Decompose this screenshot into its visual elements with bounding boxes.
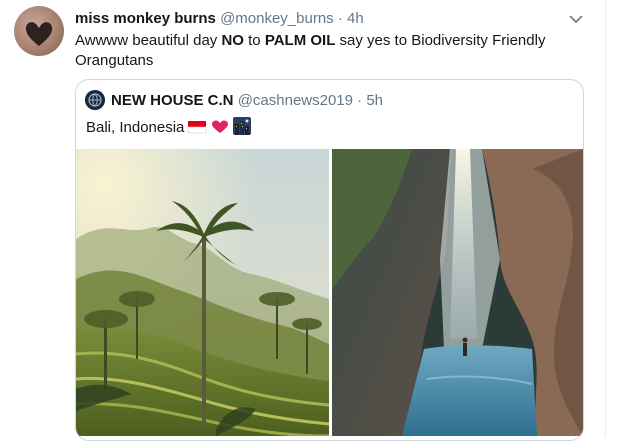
chevron-down-icon[interactable]: [566, 9, 586, 29]
quoted-text: Bali, Indonesia: [86, 117, 252, 141]
heart-silhouette-icon: [25, 22, 53, 46]
quoted-header: NEW HOUSE C.N @cashnews2019 · 5h: [111, 92, 383, 110]
heart-icon: [210, 119, 230, 141]
tweet-text-part: Awwww beautiful day: [75, 32, 222, 49]
tweet-text-bold-palm-oil: PALM OIL: [264, 32, 336, 49]
tweet[interactable]: miss monkey burns @monkey_burns · 4h Aww…: [0, 0, 605, 441]
tweet-header: miss monkey burns @monkey_burns · 4h: [75, 10, 364, 28]
tweet-time[interactable]: 4h: [347, 10, 364, 27]
tweet-text-bold-no: NO: [221, 32, 244, 49]
author-name[interactable]: miss monkey burns: [75, 10, 216, 27]
media-grid: [76, 149, 583, 440]
globe-logo-icon: [85, 90, 105, 110]
waterfall-cave-image: [332, 149, 583, 436]
quoted-author-handle[interactable]: @cashnews2019: [238, 92, 353, 109]
tweet-text: Awwww beautiful day NO to PALM OIL say y…: [75, 31, 575, 71]
night-city-icon: [233, 117, 252, 141]
quoted-avatar[interactable]: [85, 90, 105, 110]
indonesia-flag-icon: [187, 119, 207, 141]
rice-terrace-palm-photo[interactable]: [76, 149, 329, 436]
timeline-border: [605, 0, 606, 437]
separator-dot: ·: [337, 10, 343, 27]
quoted-time[interactable]: 5h: [366, 92, 383, 109]
rice-terrace-palm-image: [76, 149, 329, 436]
quoted-tweet[interactable]: NEW HOUSE C.N @cashnews2019 · 5h Bali, I…: [75, 79, 584, 441]
tweet-text-part: to: [243, 32, 265, 49]
separator-dot: ·: [357, 92, 363, 109]
quoted-author-name[interactable]: NEW HOUSE C.N: [111, 92, 234, 109]
waterfall-cave-photo[interactable]: [332, 149, 583, 436]
avatar[interactable]: [14, 6, 64, 56]
author-handle[interactable]: @monkey_burns: [220, 10, 334, 27]
quoted-text-content: Bali, Indonesia: [86, 119, 185, 136]
